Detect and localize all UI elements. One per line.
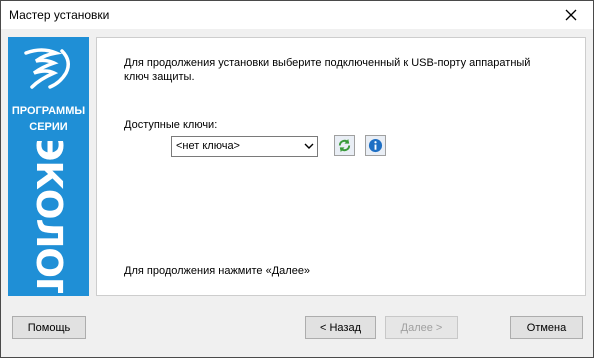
next-button[interactable]: Далее > <box>385 316 458 339</box>
info-icon <box>368 138 383 153</box>
back-button[interactable]: < Назад <box>305 316 376 339</box>
available-keys-label: Доступные ключи: <box>124 119 218 131</box>
installer-window: Мастер установки ПРОГРАММЫ СЕРИИ ЭКОЛОГ … <box>0 0 594 358</box>
key-select[interactable]: <нет ключа> <box>171 136 318 157</box>
banner-line-series: СЕРИИ <box>29 121 68 133</box>
ecolog-banner: ПРОГРАММЫ СЕРИИ ЭКОЛОГ <box>8 37 89 296</box>
key-select-value: <нет ключа> <box>176 140 240 152</box>
help-button[interactable]: Помощь <box>12 316 86 339</box>
close-button[interactable] <box>548 1 593 29</box>
info-button[interactable] <box>365 135 386 156</box>
ecolog-logo-icon <box>24 48 70 89</box>
dialog-body: ПРОГРАММЫ СЕРИИ ЭКОЛОГ Для продолжения у… <box>1 29 593 357</box>
ecolog-brand-wordmark: ЭКОЛОГ <box>28 141 69 293</box>
title-bar[interactable]: Мастер установки <box>1 1 593 29</box>
chevron-down-icon <box>304 143 314 149</box>
banner-line-programs: ПРОГРАММЫ <box>11 105 86 117</box>
continue-hint: Для продолжения нажмите «Далее» <box>124 265 311 277</box>
window-title: Мастер установки <box>9 8 110 22</box>
close-icon <box>565 9 576 21</box>
cancel-button[interactable]: Отмена <box>510 316 583 339</box>
refresh-icon <box>338 138 351 153</box>
svg-text:ЭКОЛОГ: ЭКОЛОГ <box>28 141 69 293</box>
instruction-text: Для продолжения установки выберите подкл… <box>124 57 531 83</box>
content-panel: Для продолжения установки выберите подкл… <box>96 37 586 296</box>
refresh-button[interactable] <box>334 135 355 156</box>
